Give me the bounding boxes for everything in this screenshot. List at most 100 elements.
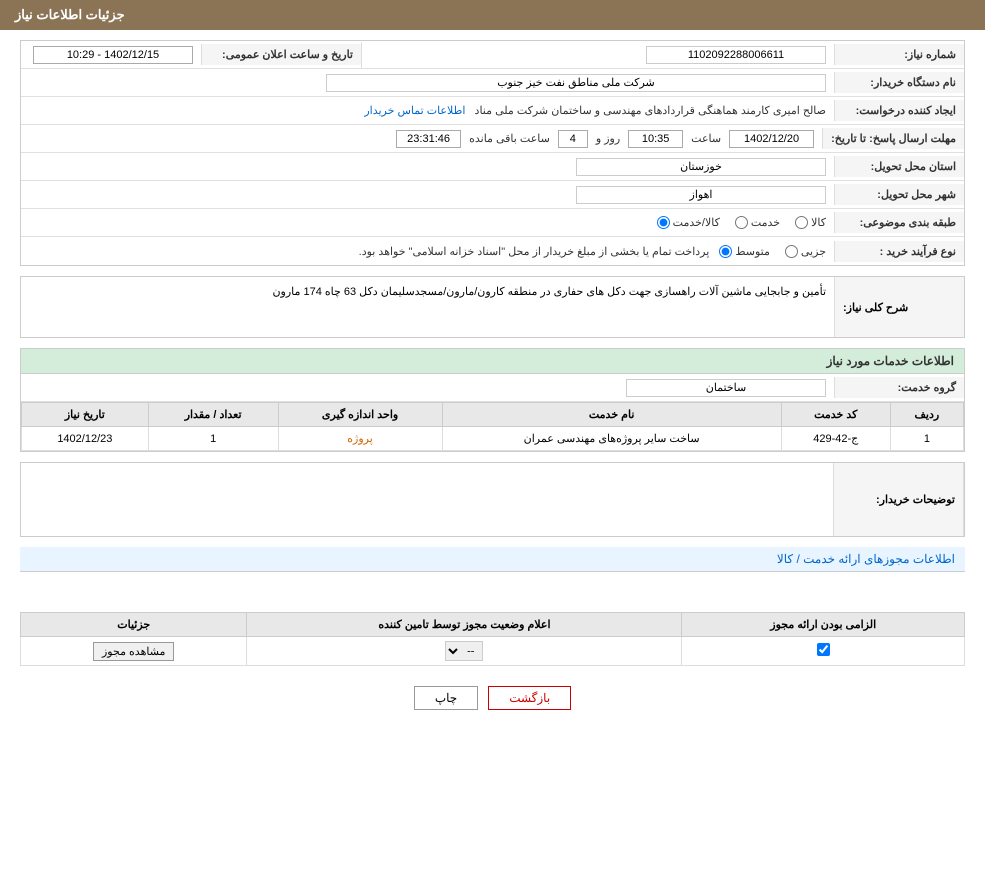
shahr-label: شهر محل تحویل: (834, 184, 964, 205)
mohlat-remaining-input[interactable] (396, 130, 461, 148)
th-vaziat: اعلام وضعیت مجوز توسط تامین کننده (247, 613, 682, 637)
print-button[interactable]: چاپ (414, 686, 478, 710)
sharh-text: تأمین و جابجایی ماشین آلات راهسازی جهت د… (272, 286, 826, 298)
noe-motavaset-radio[interactable] (719, 245, 732, 258)
th-tedad: تعداد / مقدار (148, 403, 278, 427)
noe-jozi-item: جزیی (785, 245, 826, 258)
shomare-niaz-input[interactable] (646, 46, 826, 64)
row-shahr: شهر محل تحویل: (21, 181, 964, 209)
tabaqe-kalakhedmat-label: کالا/خدمت (673, 216, 720, 229)
view-mojoz-button[interactable]: مشاهده مجوز (93, 642, 174, 661)
tabaqe-radio-group: کالا خدمت کالا/خدمت (29, 216, 826, 229)
page-header-banner: جزئیات اطلاعات نیاز (0, 0, 985, 30)
cell-radif: 1 (890, 427, 963, 451)
mohlat-label: مهلت ارسال پاسخ: تا تاریخ: (822, 128, 964, 149)
toseef-section: توضیحات خریدار: (20, 462, 965, 537)
tabaqe-value: کالا خدمت کالا/خدمت (21, 212, 834, 233)
tarikh-saat-input[interactable] (33, 46, 193, 64)
tabaqe-kala-item: کالا (795, 216, 826, 229)
elzami-checkbox[interactable] (817, 643, 830, 656)
noe-radio-group: جزیی متوسط (719, 245, 826, 258)
license-table: الزامی بودن ارائه مجوز اعلام وضعیت مجوز … (20, 612, 965, 666)
sharh-section: شرح کلی نیاز: تأمین و جابجایی ماشین آلات… (20, 276, 965, 338)
table-row: 1 ج-42-429 ساخت سایر پروژه‌های مهندسی عم… (22, 427, 964, 451)
toseef-textarea[interactable] (21, 463, 833, 533)
buttons-row: بازگشت چاپ (20, 686, 965, 710)
roz-label: روز و (596, 132, 620, 145)
mohlat-fields: ساعت روز و ساعت باقی مانده (21, 126, 822, 152)
noe-farayand-label: نوع فرآیند خرید : (834, 241, 964, 262)
mohlat-roz-input[interactable] (558, 130, 588, 148)
sharh-label: شرح کلی نیاز: (843, 301, 908, 314)
khadamat-section: اطلاعات خدمات مورد نیاز گروه خدمت: ردیف … (20, 348, 965, 452)
tabaqe-khedmat-item: خدمت (735, 216, 780, 229)
tabaqe-label: طبقه بندی موضوعی: (834, 212, 964, 233)
ijad-konande-value: صالح امیری کارمند هماهنگی قراردادهای مهن… (21, 100, 834, 121)
noe-motavaset-label: متوسط (735, 245, 770, 258)
noe-jozi-label: جزیی (801, 245, 826, 258)
noe-jozi-radio[interactable] (785, 245, 798, 258)
row-tabaqe: طبقه بندی موضوعی: کالا خدمت کالا/خدمت (21, 209, 964, 237)
row-shomare-tarikh: شماره نیاز: تاریخ و ساعت اعلان عمومی: (21, 41, 964, 69)
khadamat-table: ردیف کد خدمت نام خدمت واحد اندازه گیری ت… (21, 402, 964, 451)
noe-farayand-value: جزیی متوسط پرداخت تمام یا بخشی از مبلغ خ… (21, 241, 834, 262)
th-tarikh: تاریخ نیاز (22, 403, 149, 427)
cell-tedad: 1 (148, 427, 278, 451)
row-nam-dastgah: نام دستگاه خریدار: (21, 69, 964, 97)
th-nam: نام خدمت (442, 403, 781, 427)
mojozha-section: اطلاعات مجوزهای ارائه خدمت / کالا الزامی… (20, 547, 965, 666)
tabaqe-kalakhedmat-item: کالا/خدمت (657, 216, 720, 229)
ijad-konande-label: ایجاد کننده درخواست: (834, 100, 964, 121)
khadamat-section-title: اطلاعات خدمات مورد نیاز (21, 349, 964, 374)
license-row: -- مشاهده مجوز (21, 637, 965, 666)
tabaqe-kala-label: کالا (811, 216, 826, 229)
mojozha-section-title: اطلاعات مجوزهای ارائه خدمت / کالا (20, 547, 965, 572)
main-info-section: شماره نیاز: تاریخ و ساعت اعلان عمومی: نا… (20, 40, 965, 266)
cell-vaziat: -- (247, 637, 682, 666)
back-button[interactable]: بازگشت (488, 686, 571, 710)
tabaqe-khedmat-radio[interactable] (735, 216, 748, 229)
tabaqe-kala-radio[interactable] (795, 216, 808, 229)
cell-vahed: پروژه (278, 427, 442, 451)
shahr-input[interactable] (576, 186, 826, 204)
cell-tarikh: 1402/12/23 (22, 427, 149, 451)
noe-desc: پرداخت تمام یا بخشی از مبلغ خریدار از مح… (359, 245, 710, 258)
grooh-label: گروه خدمت: (834, 377, 964, 398)
row-ijad-konande: ایجاد کننده درخواست: صالح امیری کارمند ه… (21, 97, 964, 125)
toseef-label: توضیحات خریدار: (834, 463, 964, 536)
row-noe-farayand: نوع فرآیند خرید : جزیی متوسط (21, 237, 964, 265)
tabaqe-khedmat-label: خدمت (751, 216, 780, 229)
grooh-value (21, 375, 834, 401)
cell-joziat: مشاهده مجوز (21, 637, 247, 666)
nam-dastgah-input[interactable] (326, 74, 826, 92)
grooh-row: گروه خدمت: (21, 374, 964, 402)
noe-motavaset-item: متوسط (719, 245, 770, 258)
mohlat-saat-input[interactable] (628, 130, 683, 148)
vaziat-select[interactable]: -- (445, 641, 483, 661)
page-title: جزئیات اطلاعات نیاز (15, 7, 125, 22)
th-kod: کد خدمت (781, 403, 890, 427)
cell-nam: ساخت سایر پروژه‌های مهندسی عمران (442, 427, 781, 451)
th-joziat: جزئیات (21, 613, 247, 637)
shomare-niaz-label: شماره نیاز: (834, 44, 964, 65)
tabaqe-kalakhedmat-radio[interactable] (657, 216, 670, 229)
th-radif: ردیف (890, 403, 963, 427)
ostan-label: استان محل تحویل: (834, 156, 964, 177)
ostan-input[interactable] (576, 158, 826, 176)
cell-kod: ج-42-429 (781, 427, 890, 451)
ijad-konande-link[interactable]: اطلاعات تماس خریدار (364, 105, 465, 117)
grooh-input[interactable] (626, 379, 826, 397)
nam-dastgah-value (21, 70, 834, 96)
shahr-value (21, 182, 834, 208)
th-vahed: واحد اندازه گیری (278, 403, 442, 427)
remaining-label: ساعت باقی مانده (469, 132, 550, 145)
nam-dastgah-label: نام دستگاه خریدار: (834, 72, 964, 93)
mohlat-date-input[interactable] (729, 130, 814, 148)
tarikh-saat-label: تاریخ و ساعت اعلان عمومی: (201, 44, 361, 65)
th-elzami: الزامی بودن ارائه مجوز (682, 613, 965, 637)
cell-elzami (682, 637, 965, 666)
row-ostan: استان محل تحویل: (21, 153, 964, 181)
row-mohlat: مهلت ارسال پاسخ: تا تاریخ: ساعت روز و سا… (21, 125, 964, 153)
ostan-value (21, 154, 834, 180)
ijad-konande-text: صالح امیری کارمند هماهنگی قراردادهای مهن… (475, 105, 826, 117)
